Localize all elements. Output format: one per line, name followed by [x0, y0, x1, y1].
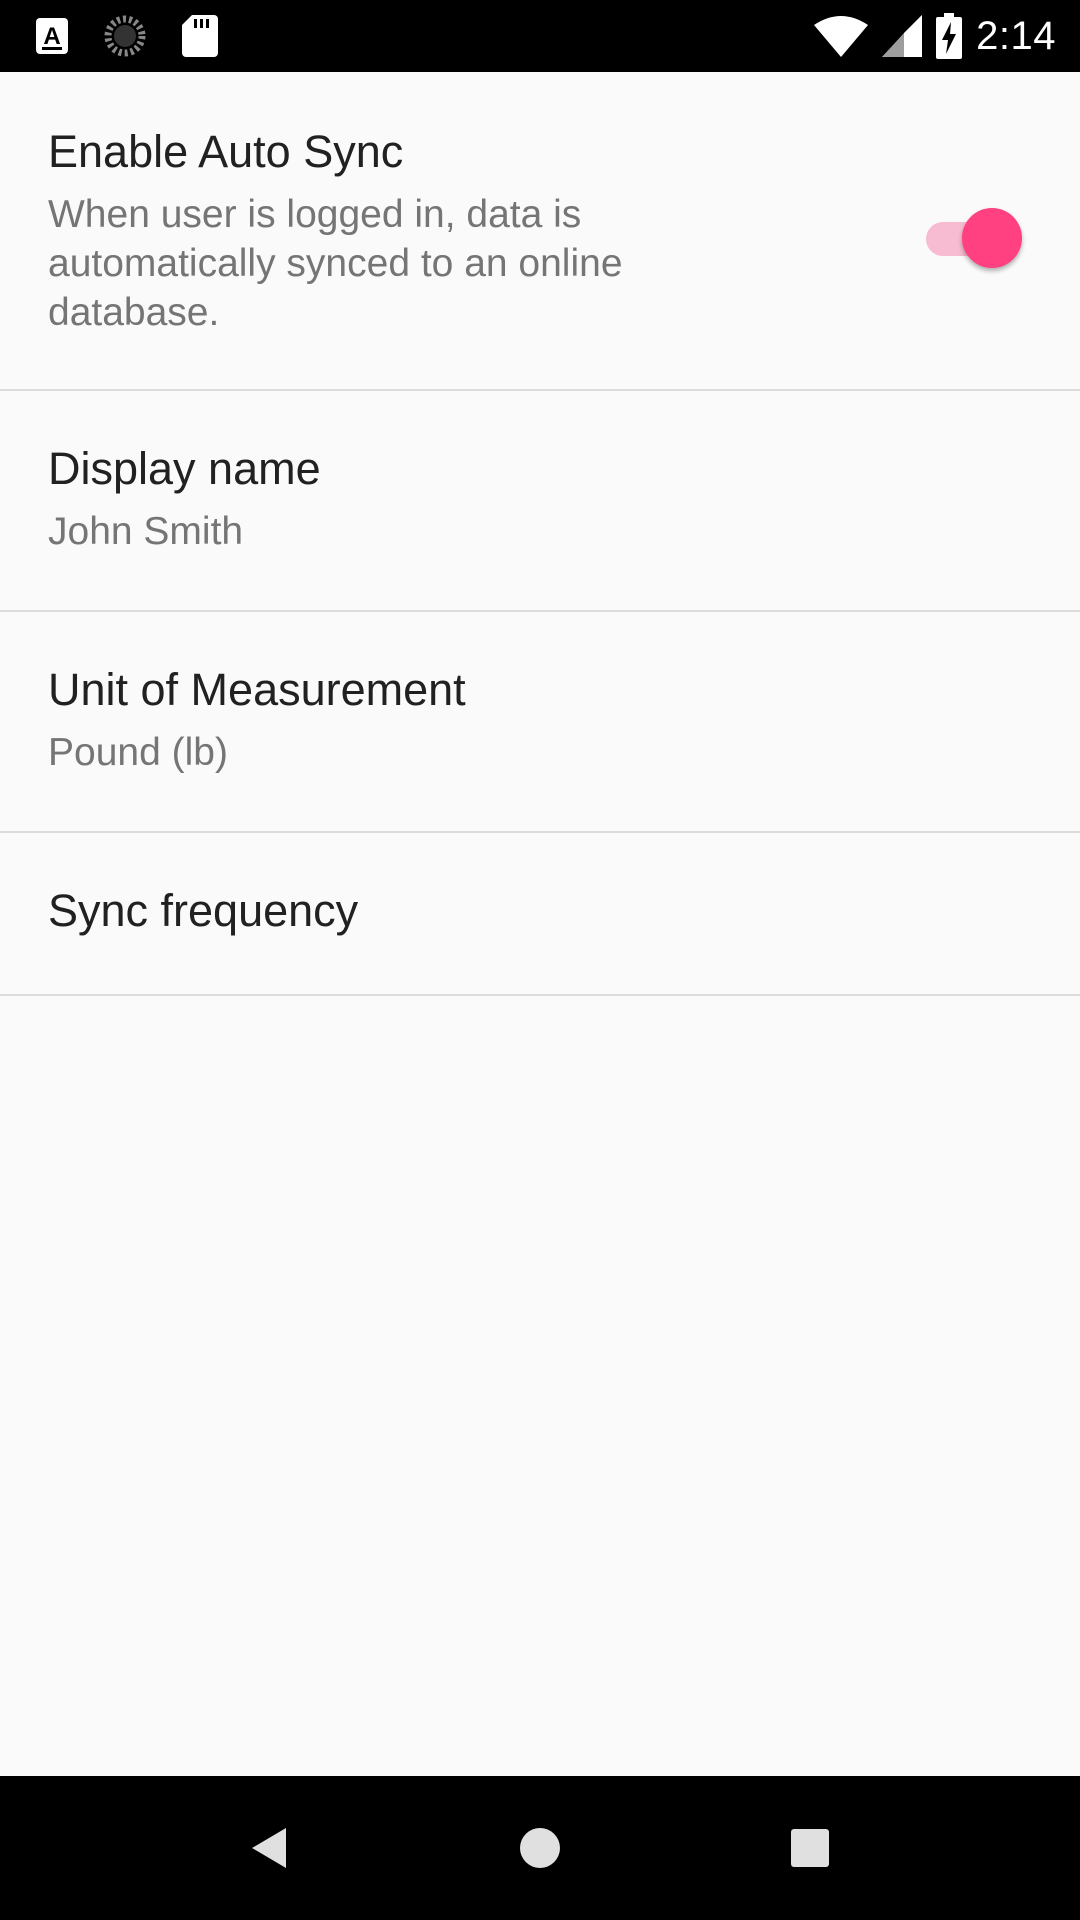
navigation-bar — [0, 1776, 1080, 1920]
back-icon — [250, 1826, 290, 1870]
pref-title: Enable Auto Sync — [48, 126, 404, 177]
home-icon — [519, 1827, 561, 1869]
settings-screen: A 2:14 Enable Auto Sync When user is log… — [0, 0, 1080, 1920]
pref-enable-auto-sync[interactable]: Enable Auto Sync When user is logged in,… — [0, 72, 1080, 391]
status-time: 2:14 — [976, 13, 1056, 58]
recents-button[interactable] — [774, 1812, 846, 1884]
status-bar: A 2:14 — [0, 0, 1080, 72]
auto-sync-switch[interactable] — [924, 208, 1024, 268]
pref-sync-frequency[interactable]: Sync frequency — [0, 833, 1080, 996]
recents-icon — [791, 1829, 829, 1867]
switch-thumb — [962, 208, 1022, 268]
pref-summary: When user is logged in, data is automati… — [48, 193, 623, 334]
back-button[interactable] — [234, 1812, 306, 1884]
svg-text:A: A — [43, 23, 60, 50]
system-status-icons: 2:14 — [814, 12, 1056, 60]
notification-icons: A — [36, 14, 218, 58]
text-input-a-icon: A — [36, 18, 68, 54]
loading-spinner-icon — [104, 15, 146, 57]
preferences-list: Enable Auto Sync When user is logged in,… — [0, 72, 1080, 1776]
cell-signal-icon — [882, 15, 923, 57]
battery-charging-icon — [936, 13, 963, 59]
pref-title: Display name — [48, 443, 321, 494]
pref-summary: John Smith — [48, 510, 244, 553]
pref-summary: Pound (lb) — [48, 731, 228, 774]
pref-title: Unit of Measurement — [48, 664, 466, 715]
pref-title: Sync frequency — [48, 885, 359, 936]
sd-card-icon — [182, 15, 218, 57]
home-button[interactable] — [504, 1812, 576, 1884]
pref-unit-of-measurement[interactable]: Unit of Measurement Pound (lb) — [0, 612, 1080, 833]
pref-display-name[interactable]: Display name John Smith — [0, 391, 1080, 612]
wifi-icon — [814, 15, 869, 57]
